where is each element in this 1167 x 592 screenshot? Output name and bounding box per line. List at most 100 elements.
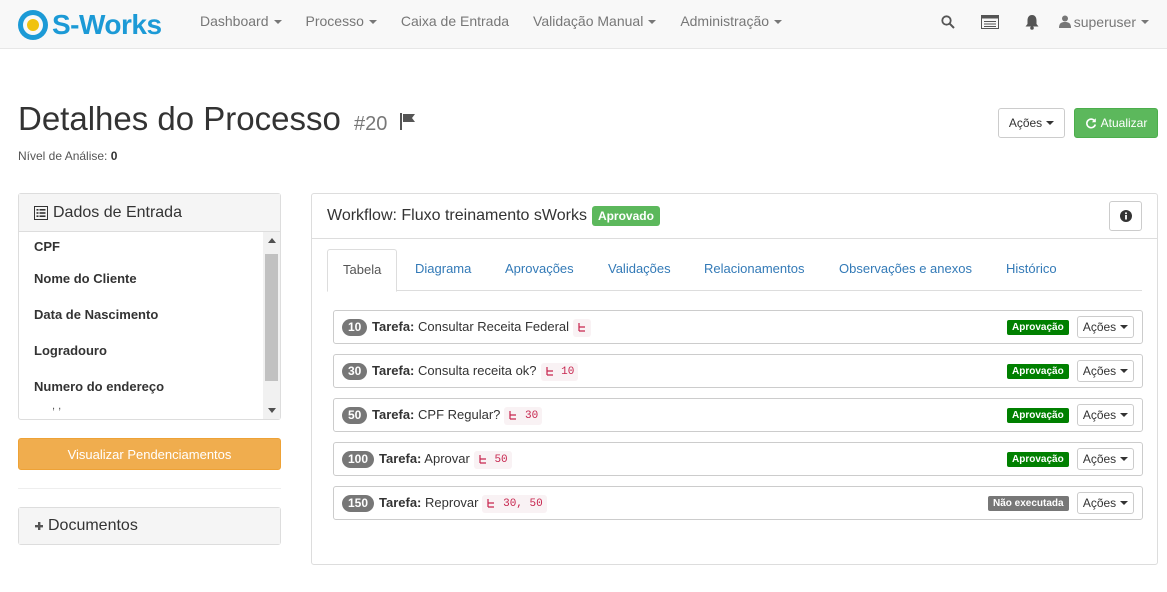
visualizar-pendenciamentos-button[interactable]: Visualizar Pendenciamentos [18,438,281,470]
bell-icon [1025,14,1039,30]
tree-icon [578,322,586,332]
list-item: CPF [19,232,280,260]
task-dependencies: 30 [504,406,543,425]
workflow-header: Workflow: Fluxo treinamento sWorks Aprov… [312,194,1157,238]
caret-down-icon [1120,325,1129,329]
tree-icon [545,366,553,376]
nivel-analise-value: 0 [110,149,118,163]
field-value-partial: , , [52,400,62,412]
task-status-badge: Aprovação [1007,452,1069,467]
info-icon [1119,210,1132,222]
scrollbar-thumb[interactable] [265,254,278,381]
page-title: Detalhes do Processo #20 [18,100,417,138]
top-navbar: S-Works Dashboard Processo Caixa de Entr… [0,0,1167,49]
list-item: Nome do Cliente [19,260,280,296]
task-text: Tarefa: Consultar Receita Federal [372,311,592,343]
search-button[interactable] [927,0,969,43]
caret-down-icon [1120,413,1129,417]
dados-entrada-panel: Dados de Entrada CPF Nome do Cliente Dat… [18,193,281,420]
menu-caixa-entrada[interactable]: Caixa de Entrada [389,0,521,49]
task-id-badge: 150 [342,495,375,512]
task-dependencies-value: 50 [494,453,508,466]
documentos-title: Documentos [48,517,138,534]
user-menu[interactable]: superuser [1053,14,1167,30]
dados-entrada-heading: Dados de Entrada [19,194,280,232]
task-status-badge: Aprovação [1007,320,1069,335]
tree-icon [479,454,486,464]
menu-administracao[interactable]: Administração [668,0,794,49]
task-row: 10 Tarefa: Consultar Receita Federal Apr… [333,310,1143,344]
acoes-label: Ações [1008,116,1043,130]
tree-icon [509,410,517,420]
caret-down-icon [1046,121,1055,125]
task-id-badge: 10 [342,319,368,336]
task-acoes-button[interactable]: Ações [1077,404,1134,426]
workflow-panel: Workflow: Fluxo treinamento sWorks Aprov… [311,193,1158,565]
navbar-right: superuser [927,0,1167,43]
task-acoes-button[interactable]: Ações [1077,360,1134,382]
field-label: CPF [34,238,60,254]
menu-dashboard-label: Dashboard [200,13,269,29]
workflow-prefix: Workflow: [327,207,397,224]
task-acoes-button[interactable]: Ações [1077,492,1134,514]
task-label: Tarefa: [379,495,422,510]
info-button[interactable] [1109,201,1142,231]
documentos-heading[interactable]: Documentos [19,508,280,544]
task-id-badge: 100 [342,451,375,468]
brand-logo[interactable]: S-Works [18,9,162,41]
notifications-button[interactable] [1011,0,1053,43]
tab-validacoes[interactable]: Validações [608,249,671,291]
menu-validacao-manual[interactable]: Validação Manual [521,0,668,49]
menu-caixa-entrada-label: Caixa de Entrada [400,13,510,29]
list-item: Logradouro [19,332,280,368]
documentos-panel[interactable]: Documentos [18,507,281,545]
scrollbar[interactable] [263,232,280,419]
task-id-badge: 50 [342,407,368,424]
task-dependencies [573,318,592,337]
workflow-name: Fluxo treinamento sWorks [401,207,587,224]
task-name: CPF Regular? [418,407,501,422]
search-icon [941,14,955,29]
caret-down-icon [774,20,783,25]
caret-down-icon [1141,19,1149,24]
task-acoes-button[interactable]: Ações [1077,448,1134,470]
scroll-down-arrow-icon[interactable] [268,408,276,413]
atualizar-button[interactable]: Atualizar [1074,108,1158,138]
dados-entrada-title: Dados de Entrada [53,203,182,221]
workflow-status-badge: Aprovado [591,206,660,226]
tab-relacionamentos[interactable]: Relacionamentos [704,249,804,291]
refresh-icon [1085,118,1096,129]
task-acoes-button[interactable]: Ações [1077,316,1134,338]
task-row: 150 Tarefa: Reprovar 30, 50 Não executad… [333,486,1143,520]
field-label: Logradouro [34,342,107,358]
menu-processo-label: Processo [305,13,364,29]
tab-tabela[interactable]: Tabela [327,249,398,292]
list-item: Data de Nascimento [19,296,280,332]
tab-observacoes-anexos[interactable]: Observações e anexos [839,249,972,291]
acoes-dropdown-button[interactable]: Ações [998,108,1065,138]
task-row: 100 Tarefa: Aprovar 50 Aprovação Ações [333,442,1143,476]
caret-down-icon [1120,501,1129,505]
acoes-label: Ações [1082,408,1117,422]
nivel-analise-label: Nível de Análise: [18,149,108,163]
inbox-button[interactable] [969,0,1011,43]
menu-processo[interactable]: Processo [294,0,389,49]
dados-entrada-list[interactable]: CPF Nome do Cliente Data de Nascimento L… [19,232,280,419]
scroll-up-arrow-icon[interactable] [268,238,276,243]
brand-circle-icon [18,10,48,40]
task-dependencies-value: 30, 50 [503,497,543,510]
tab-diagrama[interactable]: Diagrama [415,249,471,291]
tab-historico[interactable]: Histórico [1006,249,1057,291]
acoes-label: Ações [1082,320,1117,334]
task-dependencies-value: 10 [561,365,575,378]
task-row: 50 Tarefa: CPF Regular? 30 Aprovação Açõ… [333,398,1143,432]
flag-icon[interactable] [399,112,417,130]
field-label: Nome do Cliente [34,270,137,286]
list-item: Numero do endereço [19,368,280,404]
acoes-label: Ações [1082,496,1117,510]
task-name: Reprovar [425,495,479,510]
task-label: Tarefa: [372,363,415,378]
tab-aprovacoes[interactable]: Aprovações [505,249,574,291]
task-id-badge: 30 [342,363,368,380]
menu-dashboard[interactable]: Dashboard [188,0,294,49]
